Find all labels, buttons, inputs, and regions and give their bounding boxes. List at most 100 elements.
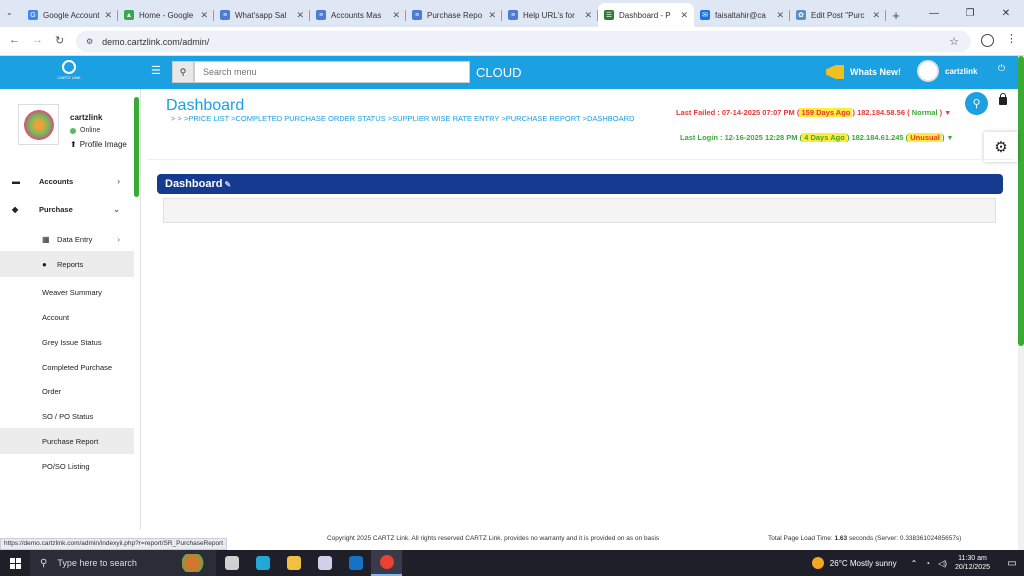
sidebar-report-item[interactable]: Grey Issue Status	[0, 329, 134, 355]
close-tab-icon[interactable]: ✕	[680, 10, 688, 21]
browser-tab[interactable]: ✿ Edit Post "Purc ✕	[790, 3, 886, 27]
browser-tab[interactable]: ≡ What'sapp Sal ✕	[214, 3, 310, 27]
sidebar-item-label: Weaver Summary	[42, 287, 102, 297]
clock[interactable]: 11:30 am 20/12/2025	[955, 554, 990, 572]
site-info-icon[interactable]: ⚙	[86, 37, 93, 46]
sidebar-item-accounts[interactable]: ▬ Accounts ›	[0, 168, 134, 194]
last-failed-end: )	[939, 108, 943, 117]
window-controls: — ❐ ✕	[916, 0, 1024, 27]
sidebar-item-purchase[interactable]: ◆ Purchase ⌄	[0, 196, 134, 222]
sidebar-report-item[interactable]: SO / PO Status	[0, 403, 134, 429]
upload-icon: ⬆	[70, 140, 77, 149]
url-text: demo.cartzlink.com/admin/	[102, 36, 210, 47]
status-label: Online	[80, 127, 101, 134]
url-input[interactable]: ⚙ demo.cartzlink.com/admin/ ☆	[76, 31, 971, 52]
sidebar-report-item[interactable]: Purchase Report	[0, 428, 134, 454]
close-tab-icon[interactable]: ✕	[488, 10, 496, 21]
forward-icon[interactable]: →	[32, 34, 43, 46]
copyright-text: Copyright 2025 CARTZ Link. All rights re…	[327, 535, 660, 542]
user-menu[interactable]: cartzlink	[917, 60, 977, 82]
sidebar-report-item[interactable]: PO/SO Listing	[0, 453, 134, 479]
lock-icon[interactable]	[999, 93, 1007, 105]
weather-widget[interactable]: 26°C Mostly sunny	[811, 557, 897, 569]
taskbar-app-edge[interactable]	[247, 550, 278, 576]
browser-tab[interactable]: ≡ Purchase Repo ✕	[406, 3, 502, 27]
whats-new-link[interactable]: Whats New!	[826, 65, 901, 79]
tab-search-icon[interactable]: ⌄	[6, 8, 16, 18]
app-logo[interactable]: CARTZ LINK	[52, 60, 86, 84]
network-icon[interactable]: ◔	[925, 559, 930, 568]
browser-tab[interactable]: ✉ faisaltahir@ca ✕	[694, 3, 790, 27]
back-icon[interactable]: ←	[9, 34, 20, 46]
close-tab-icon[interactable]: ✕	[584, 10, 592, 21]
close-tab-icon[interactable]: ✕	[200, 10, 208, 21]
sidebar-scrollbar[interactable]	[134, 97, 139, 197]
reload-icon[interactable]: ↻	[55, 34, 64, 47]
last-login-label: Last Login : 12-16-2025 12:28 PM (	[680, 133, 803, 142]
taskbar-app-file-explorer[interactable]	[278, 550, 309, 576]
tab-title: Google Account	[43, 10, 100, 20]
last-failed-status: Normal	[909, 108, 940, 117]
close-tab-icon[interactable]: ✕	[296, 10, 304, 21]
breadcrumb-link[interactable]: >SUPPLIER WISE RATE ENTRY	[388, 114, 500, 123]
page-scrollbar[interactable]	[1018, 56, 1024, 552]
sidebar-item-reports[interactable]: ● Reports	[0, 251, 134, 277]
new-tab-button[interactable]: +	[886, 3, 906, 27]
volume-icon[interactable]: ◁)	[938, 559, 947, 568]
sidebar-item-label: Grey Issue Status	[42, 337, 102, 347]
last-failed-ip: ) 182.184.58.56 (	[852, 108, 910, 117]
tab-favicon-icon: ≡	[508, 10, 518, 20]
tab-favicon-icon: ≡	[316, 10, 326, 20]
browser-menu-icon[interactable]: ⋮	[1006, 32, 1017, 45]
tab-title: Home - Google	[139, 10, 194, 20]
breadcrumb-link[interactable]: >PURCHASE REPORT	[501, 114, 580, 123]
sidebar-item-data-entry[interactable]: ▦ Data Entry ›	[0, 226, 134, 252]
breadcrumb-link[interactable]: >COMPLETED PURCHASE ORDER STATUS	[231, 114, 386, 123]
hamburger-menu-icon[interactable]: ☰	[151, 64, 161, 77]
pin-icon[interactable]: ✎	[224, 180, 231, 189]
clock-date: 20/12/2025	[954, 564, 990, 571]
taskbar-app-outlook[interactable]	[340, 550, 371, 576]
browser-tab[interactable]: ≡ Help URL's for ✕	[502, 3, 598, 27]
close-tab-icon[interactable]: ✕	[776, 10, 784, 21]
notification-icon[interactable]: ▭	[1000, 550, 1024, 576]
taskbar-app-chrome[interactable]	[371, 550, 402, 576]
sidebar-username: cartzlink	[70, 113, 103, 122]
sidebar-item-label: Account	[42, 312, 70, 322]
breadcrumb-link[interactable]: >DASHBOARD	[583, 114, 635, 123]
search-icon[interactable]: ⚲	[172, 61, 194, 83]
sidebar-report-item[interactable]: Order	[0, 378, 134, 404]
sidebar-report-item[interactable]: Weaver Summary	[0, 279, 134, 305]
restore-icon[interactable]: ❐	[952, 0, 988, 27]
start-button[interactable]	[0, 550, 30, 576]
taskbar-search[interactable]: ⚲ Type here to search	[30, 550, 216, 576]
power-icon[interactable]: ⏻	[998, 63, 1005, 74]
close-tab-icon[interactable]: ✕	[392, 10, 400, 21]
tab-favicon-icon: ≡	[412, 10, 422, 20]
minimize-icon[interactable]: —	[916, 0, 952, 27]
breadcrumb-link[interactable]: >PRICE LIST	[184, 114, 229, 123]
sidebar-report-item[interactable]: Account	[0, 304, 134, 330]
browser-tab[interactable]: G Google Account ✕	[22, 3, 118, 27]
sidebar-report-item[interactable]: Completed Purchase	[0, 354, 134, 380]
browser-tab[interactable]: ≡ Accounts Mas ✕	[310, 3, 406, 27]
sidebar-item-label: Accounts	[39, 176, 74, 186]
taskbar-app-task-view[interactable]	[216, 550, 247, 576]
search-menu-input[interactable]	[194, 61, 470, 83]
taskbar-app-store[interactable]	[309, 550, 340, 576]
close-tab-icon[interactable]: ✕	[104, 10, 112, 21]
close-tab-icon[interactable]: ✕	[872, 10, 880, 21]
settings-gear-button[interactable]: ⚙	[984, 132, 1018, 162]
bookmark-star-icon[interactable]: ☆	[949, 35, 959, 48]
scrollbar-thumb[interactable]	[1018, 56, 1024, 346]
browser-profile-icon[interactable]	[981, 34, 994, 47]
tab-title: Dashboard - P	[619, 10, 671, 20]
chevron-up-icon[interactable]: ⌃	[911, 559, 918, 568]
sidebar-item-label: Purchase Report	[42, 436, 99, 446]
browser-tab[interactable]: ▲ Home - Google ✕	[118, 3, 214, 27]
browser-tab[interactable]: ☰ Dashboard - P ✕	[598, 3, 694, 27]
search-button[interactable]: ⚲	[965, 92, 988, 115]
profile-image-link[interactable]: ⬆ Profile Image	[70, 140, 127, 149]
tab-title: Edit Post "Purc	[811, 10, 865, 20]
close-window-icon[interactable]: ✕	[988, 0, 1024, 27]
